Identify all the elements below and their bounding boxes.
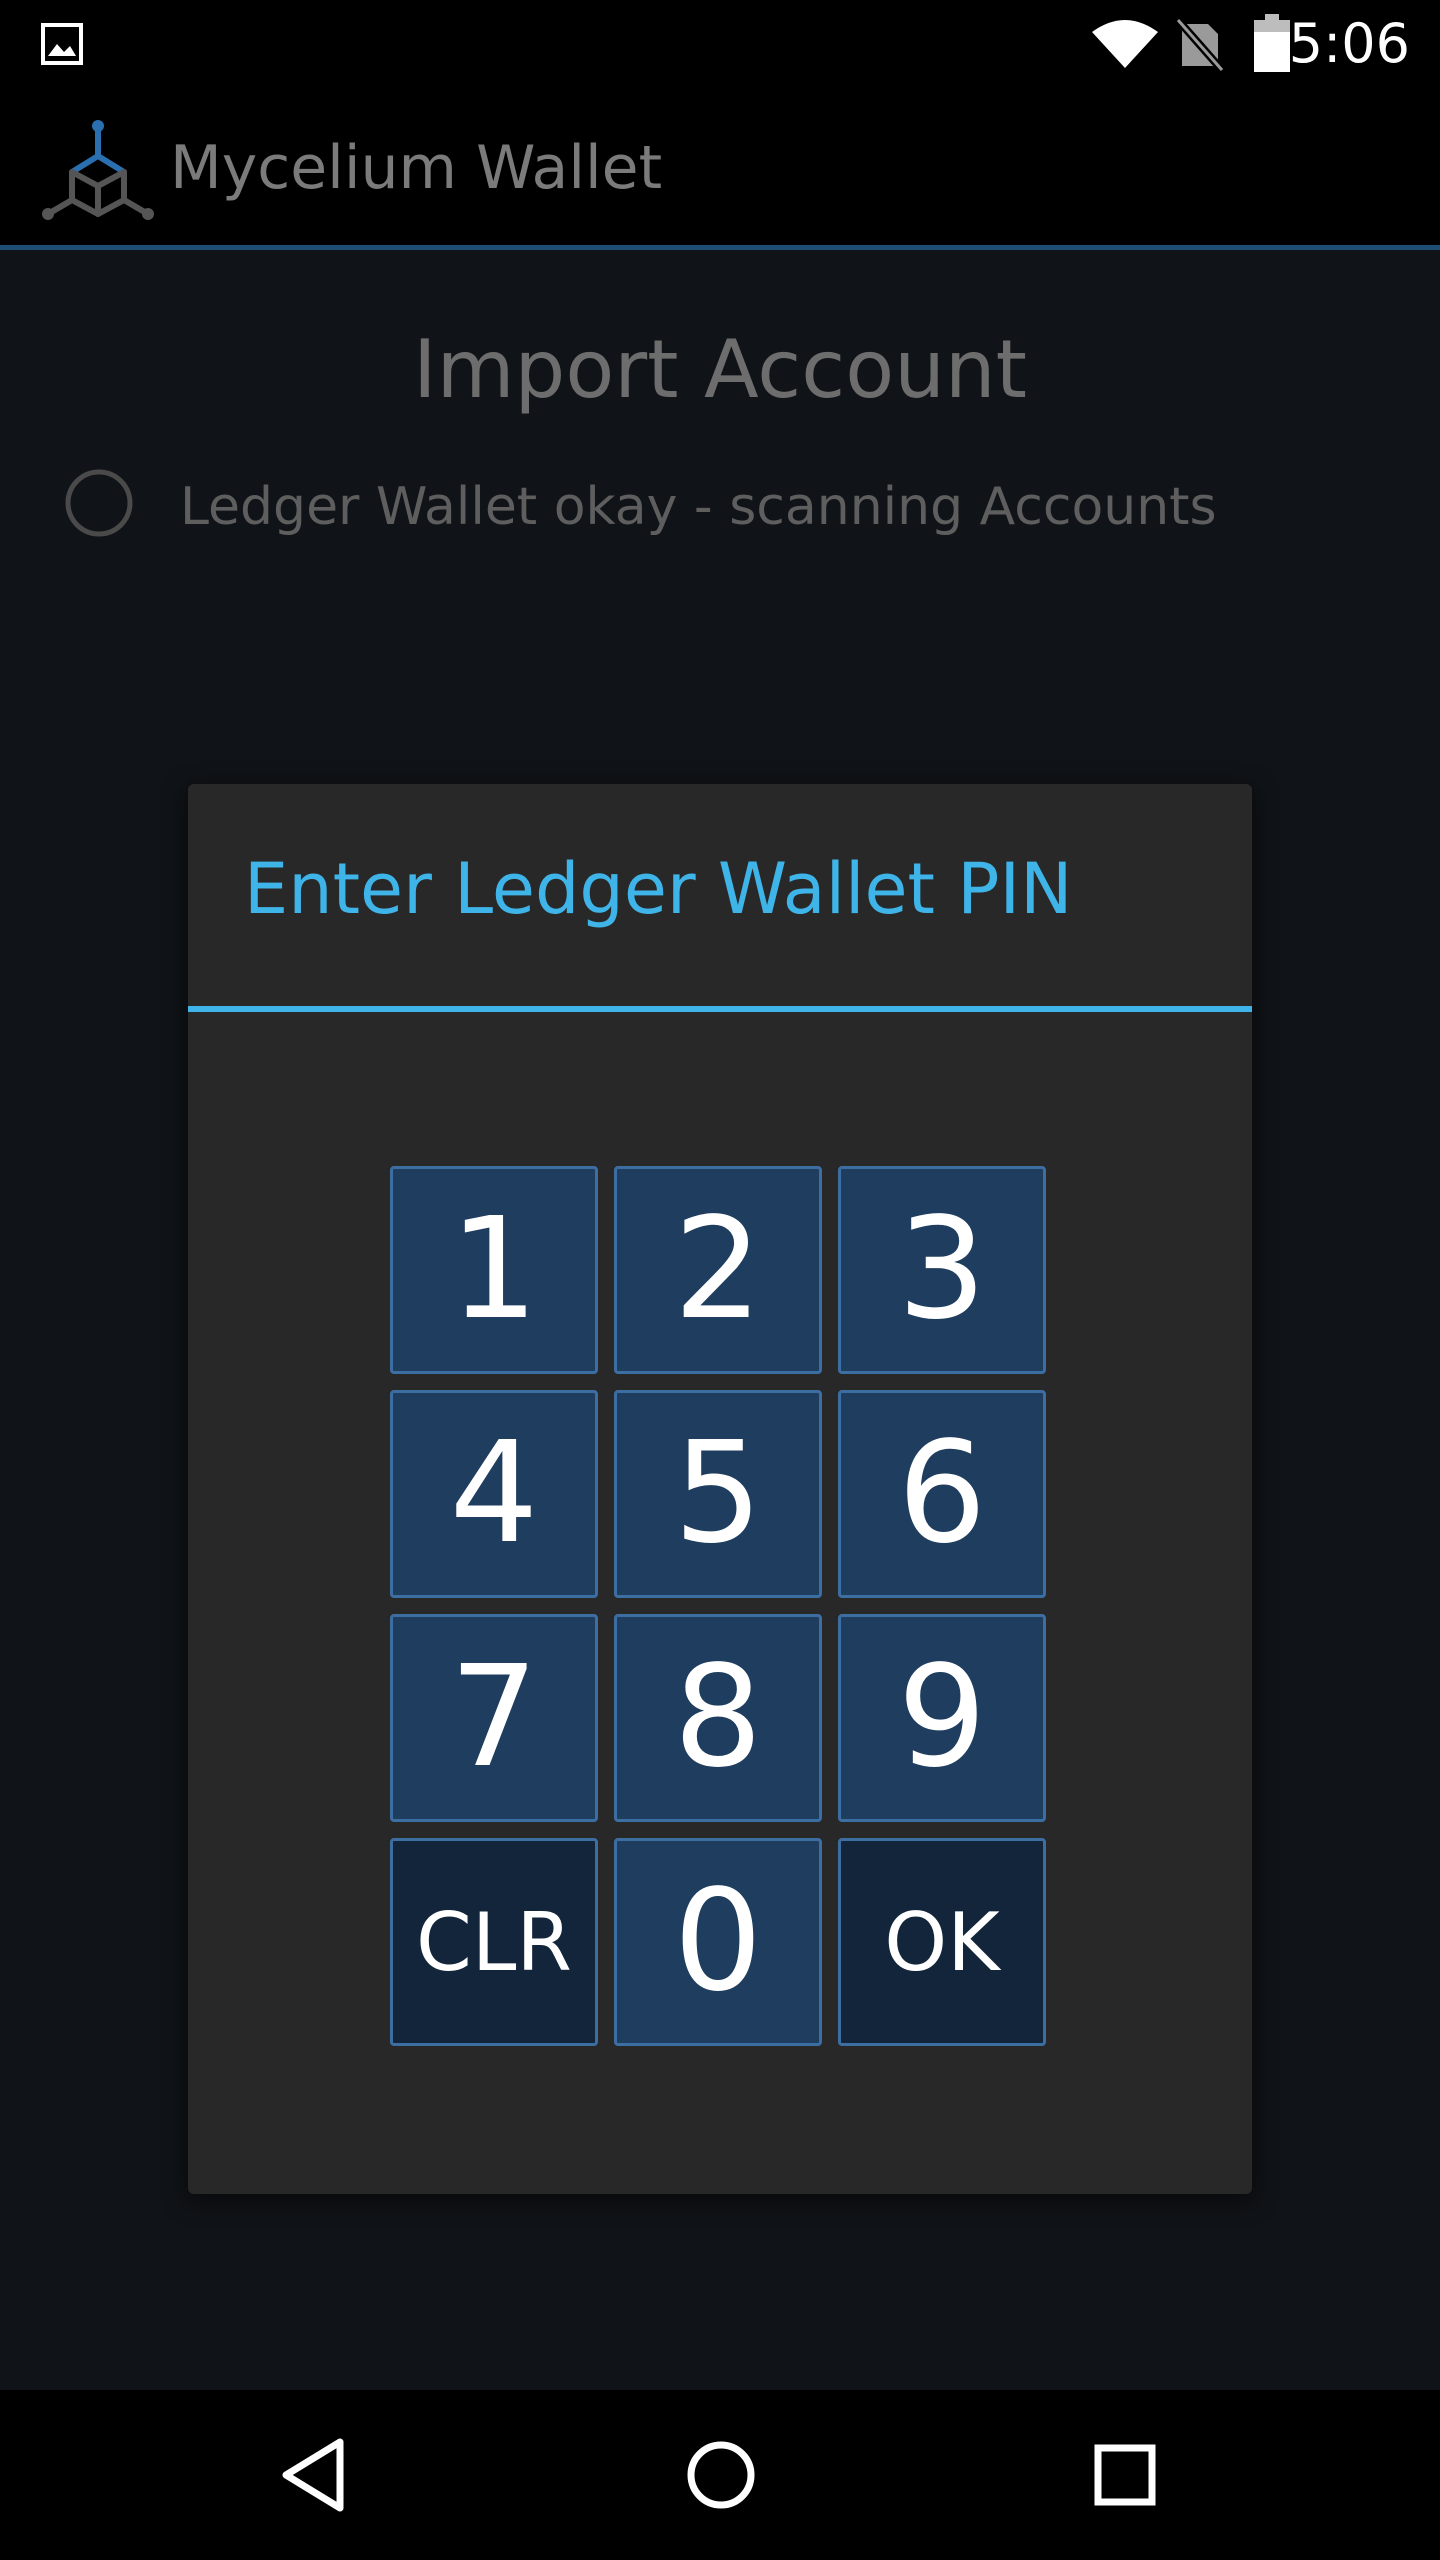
app-title: Mycelium Wallet <box>170 133 663 203</box>
key-5-button[interactable]: 5 <box>614 1390 822 1598</box>
key-2-button[interactable]: 2 <box>614 1166 822 1374</box>
back-icon[interactable] <box>272 2432 358 2518</box>
gallery-icon <box>41 23 83 65</box>
pin-keypad: 1 2 3 4 5 6 7 8 9 CLR 0 OK <box>390 1166 1050 2050</box>
import-account-screen: Import Account Ledger Wallet okay - scan… <box>0 250 1440 2390</box>
ok-button[interactable]: OK <box>838 1838 1046 2046</box>
scan-status-text: Ledger Wallet okay - scanning Accounts <box>180 477 1217 537</box>
no-sim-icon <box>1174 17 1224 72</box>
home-icon[interactable] <box>678 2432 764 2518</box>
clear-button[interactable]: CLR <box>390 1838 598 2046</box>
status-bar: 5:06 <box>0 0 1440 88</box>
key-9-button[interactable]: 9 <box>838 1614 1046 1822</box>
page-title: Import Account <box>413 323 1027 416</box>
battery-icon <box>1254 14 1290 72</box>
key-0-button[interactable]: 0 <box>614 1838 822 2046</box>
app-bar: Mycelium Wallet <box>0 88 1440 250</box>
key-7-button[interactable]: 7 <box>390 1614 598 1822</box>
status-clock: 5:06 <box>1288 12 1410 75</box>
progress-spinner-icon <box>65 469 133 537</box>
dialog-title: Enter Ledger Wallet PIN <box>244 848 1073 930</box>
recents-icon[interactable] <box>1082 2432 1168 2518</box>
wifi-icon <box>1092 20 1158 68</box>
key-3-button[interactable]: 3 <box>838 1166 1046 1374</box>
dialog-divider <box>188 1006 1252 1012</box>
key-6-button[interactable]: 6 <box>838 1390 1046 1598</box>
mycelium-logo-icon <box>42 120 154 220</box>
navigation-bar <box>0 2390 1440 2560</box>
pin-dialog: Enter Ledger Wallet PIN 1 2 3 4 5 6 7 8 … <box>188 784 1252 2194</box>
key-4-button[interactable]: 4 <box>390 1390 598 1598</box>
key-8-button[interactable]: 8 <box>614 1614 822 1822</box>
key-1-button[interactable]: 1 <box>390 1166 598 1374</box>
